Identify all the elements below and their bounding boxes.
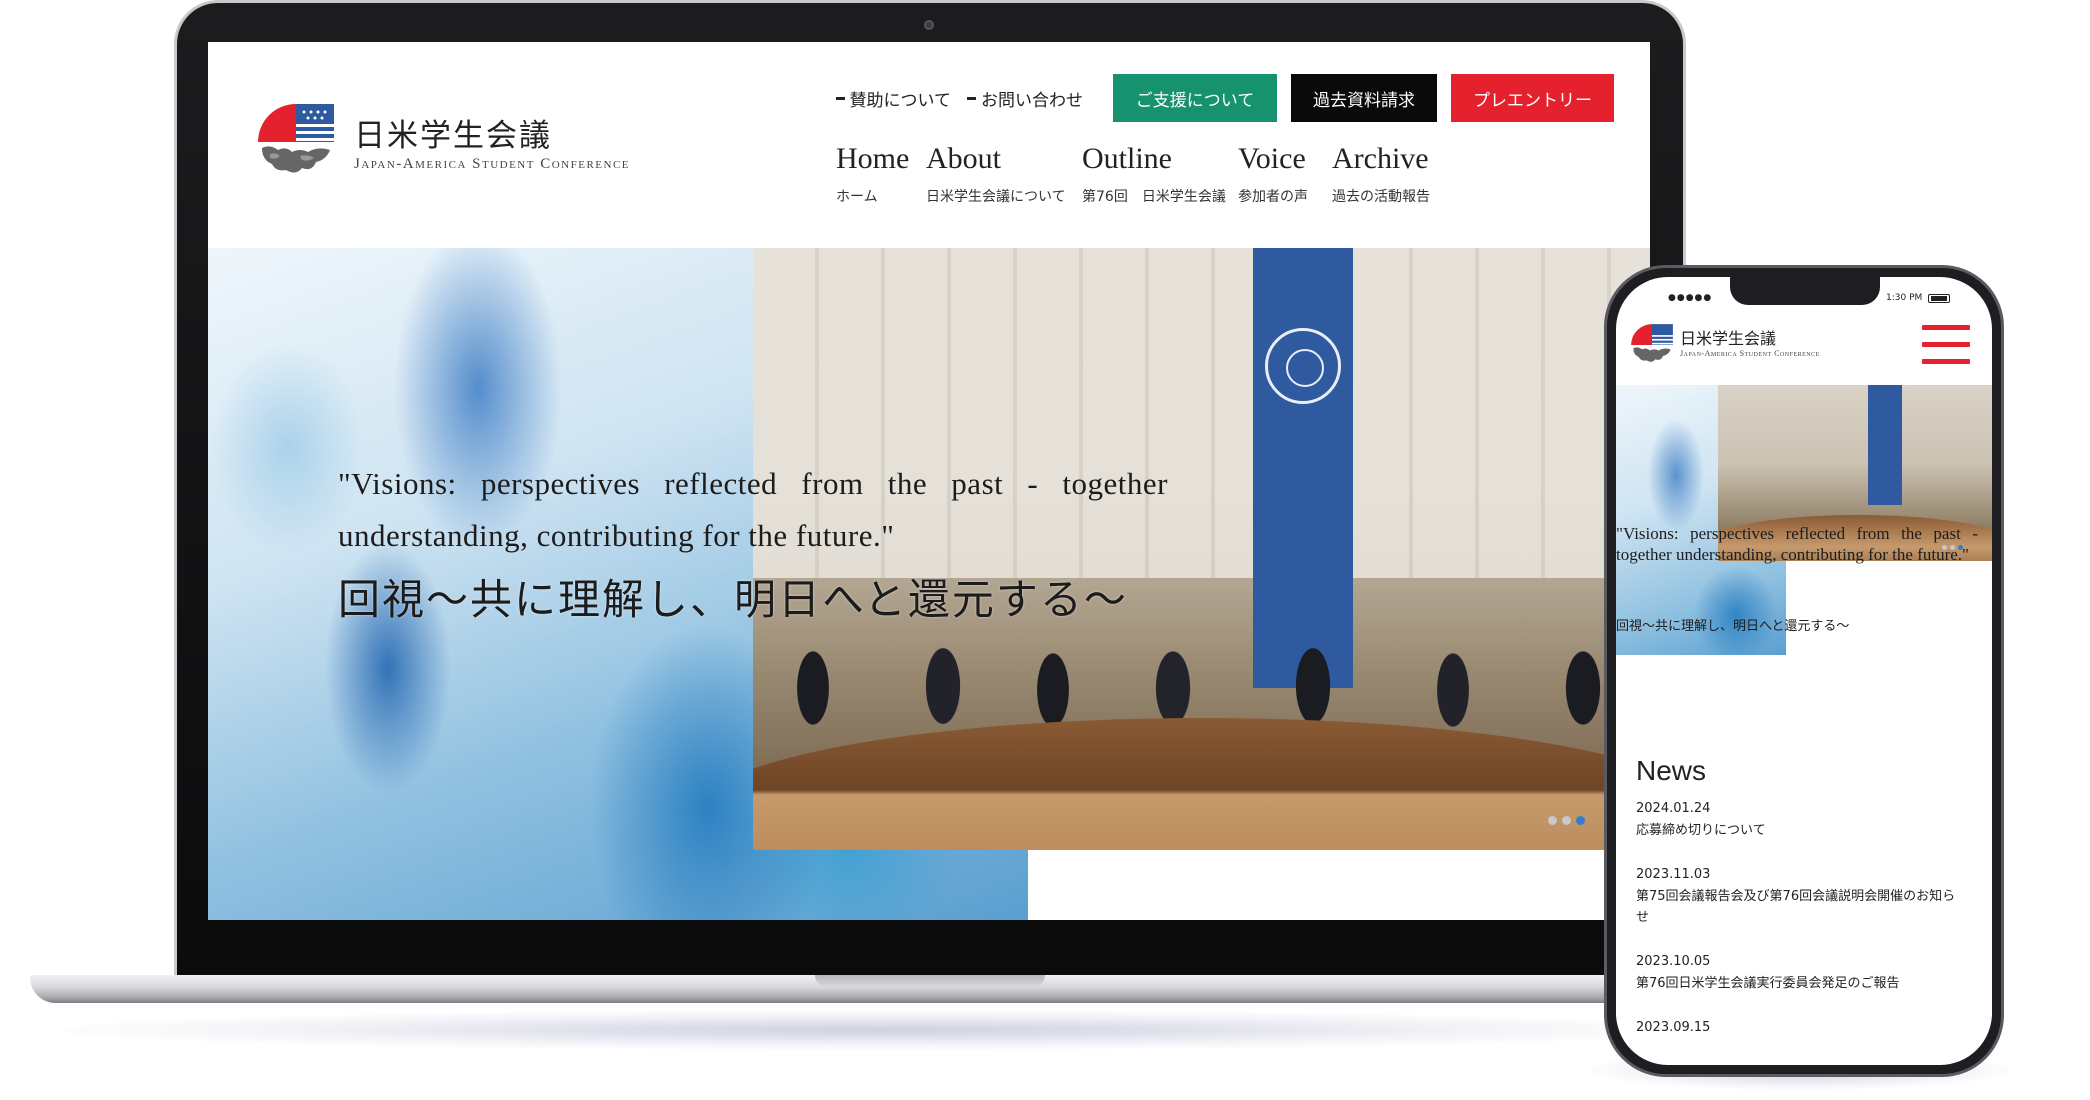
hero-quote-jp: 回視〜共に理解し、明日へと還元する〜 [338,575,1128,624]
slider-dot-active[interactable] [1576,816,1585,825]
news-date: 2024.01.24 [1636,801,1711,816]
hero-quote-en: "Visions: perspectives reflected from th… [1616,524,1978,564]
news-item[interactable]: 2024.01.24 応募締め切りについて [1636,801,1966,841]
logo-emblem-icon [258,104,336,173]
phone-screen: ●●●●● 1:30 PM 日米学生会議 Japan-America Stude… [1616,277,1992,1065]
photo-round-table [753,718,1650,850]
contact-link[interactable]: お問い合わせ [967,86,1083,111]
battery-icon [1928,294,1950,303]
utility-bar: 賛助について お問い合わせ ご支援について 過去資料請求 プレエントリー [835,74,1614,122]
logo-name-jp: 日米学生会議 [1680,329,1777,348]
imf-banner [1868,385,1902,505]
logo-name-en: Japan-America Student Conference [1680,349,1820,358]
news-text: 第76回日米学生会議実行委員会発足のご報告 [1636,976,1900,991]
news-text: 応募締め切りについて [1636,823,1766,838]
laptop-screen: 日米学生会議 Japan-America Student Conference … [208,42,1650,920]
news-date: 2023.10.05 [1636,954,1711,969]
news-item[interactable]: 2023.09.15 [1636,1020,1966,1035]
mobile-hero: "Visions: perspectives reflected from th… [1616,385,1992,655]
slider-dot[interactable] [1548,816,1557,825]
news-item[interactable]: 2023.10.05 第76回日米学生会議実行委員会発足のご報告 [1636,954,1966,994]
support-button[interactable]: ご支援について [1113,74,1277,122]
signal-icon: ●●●●● [1668,293,1713,303]
imf-seal-icon [1265,328,1341,404]
mobile-header: 日米学生会議 Japan-America Student Conference [1616,313,1992,385]
nav-outline[interactable]: Outline 第76回 日米学生会議 [1082,142,1226,206]
logo-emblem-icon[interactable] [1630,323,1674,367]
main-nav: Home ホーム About 日米学生会議について Outline 第76回 日… [836,142,1626,222]
nav-about[interactable]: About 日米学生会議について [926,142,1066,206]
sponsorship-link[interactable]: 賛助について [835,86,951,111]
pre-entry-button[interactable]: プレエントリー [1451,74,1614,122]
nav-voice[interactable]: Voice 参加者の声 [1238,142,1308,206]
laptop-notch [815,975,1045,987]
logo-name-en: Japan-America Student Conference [354,156,631,172]
nav-home[interactable]: Home ホーム [836,142,909,206]
status-bar: ●●●●● 1:30 PM [1616,293,1992,307]
dash-icon [967,96,976,100]
status-time: 1:30 PM [1886,293,1923,303]
news-date: 2023.09.15 [1636,1020,1711,1035]
news-date: 2023.11.03 [1636,867,1711,882]
laptop-shadow [60,1010,1700,1050]
hamburger-menu-icon[interactable] [1922,325,1970,365]
news-title: News [1636,755,1707,786]
site-logo[interactable]: 日米学生会議 Japan-America Student Conference [256,102,676,192]
slider-dots [1548,816,1585,825]
nav-archive[interactable]: Archive 過去の活動報告 [1332,142,1430,206]
news-item[interactable]: 2023.11.03 第75回会議報告会及び第76回会議説明会開催のお知らせ [1636,867,1966,928]
dash-icon [835,96,845,100]
camera-icon [924,20,934,30]
hero-quote-jp: 回視〜共に理解し、明日へと還元する〜 [1616,619,1850,634]
slider-dot[interactable] [1562,816,1571,825]
hero-quote-en: "Visions: perspectives reflected from th… [338,466,1168,553]
news-text: 第75回会議報告会及び第76回会議説明会開催のお知らせ [1636,889,1956,925]
logo-name-jp: 日米学生会議 [354,118,552,154]
mockup-stage: 日米学生会議 Japan-America Student Conference … [0,0,2090,1100]
news-section: News 2024.01.24 応募締め切りについて 2023.11.03 第7… [1636,755,1966,1061]
hero-slider: "Visions: perspectives reflected from th… [208,248,1650,920]
site-header: 日米学生会議 Japan-America Student Conference … [208,42,1650,248]
materials-request-button[interactable]: 過去資料請求 [1291,74,1437,122]
